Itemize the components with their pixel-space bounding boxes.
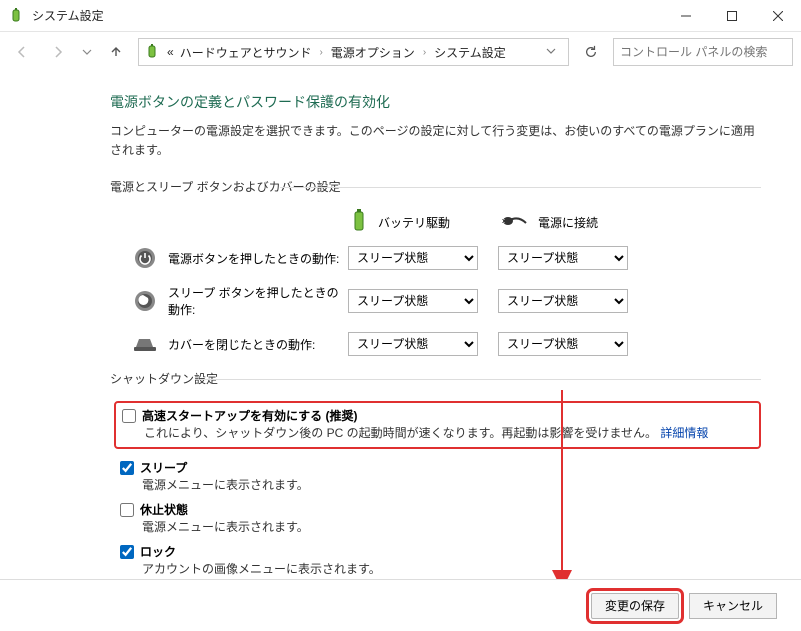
breadcrumb-item[interactable]: システム設定 — [432, 44, 508, 61]
close-button[interactable] — [755, 0, 801, 32]
title-bar: システム設定 — [0, 0, 801, 32]
content-pane: 電源ボタンの定義とパスワード保護の有効化 コンピューターの電源設定を選択できます… — [0, 72, 801, 605]
save-button[interactable]: 変更の保存 — [591, 593, 679, 619]
minimize-button[interactable] — [663, 0, 709, 32]
laptop-lid-icon — [130, 335, 160, 353]
cancel-button[interactable]: キャンセル — [689, 593, 777, 619]
refresh-button[interactable] — [577, 38, 605, 66]
power-options-icon — [143, 44, 163, 60]
sleep-button-row: スリープ ボタンを押したときの動作: スリープ状態 スリープ状態 — [110, 284, 761, 318]
column-plugged-header: 電源に接続 — [500, 209, 650, 236]
fast-startup-details-link[interactable]: 詳細情報 — [660, 426, 708, 440]
power-button-label: 電源ボタンを押したときの動作: — [168, 250, 348, 267]
maximize-button[interactable] — [709, 0, 755, 32]
recent-locations-button[interactable] — [80, 38, 94, 66]
column-battery-label: バッテリ駆動 — [378, 214, 450, 231]
page-description: コンピューターの電源設定を選択できます。このページの設定に対して行う変更は、お使… — [110, 122, 761, 160]
forward-button[interactable] — [44, 38, 72, 66]
lock-menu-checkbox[interactable] — [120, 545, 134, 559]
window-title: システム設定 — [32, 7, 104, 24]
power-button-plugged-select[interactable]: スリープ状態 — [498, 246, 628, 270]
page-title: 電源ボタンの定義とパスワード保護の有効化 — [110, 92, 761, 112]
lock-menu-label: ロック — [140, 543, 176, 560]
lock-menu-description: アカウントの画像メニューに表示されます。 — [142, 560, 761, 577]
up-button[interactable] — [102, 38, 130, 66]
lid-close-label: カバーを閉じたときの動作: — [168, 336, 348, 353]
lid-close-plugged-select[interactable]: スリープ状態 — [498, 332, 628, 356]
battery-icon — [350, 209, 368, 236]
fast-startup-label: 高速スタートアップを有効にする (推奨) — [142, 407, 357, 424]
breadcrumb-prefix: « — [165, 45, 176, 59]
fast-startup-checkbox[interactable] — [122, 409, 136, 423]
fast-startup-description: これにより、シャットダウン後の PC の起動時間が速くなります。再起動は影響を受… — [144, 426, 657, 440]
sleep-button-icon — [130, 290, 160, 312]
sleep-button-plugged-select[interactable]: スリープ状態 — [498, 289, 628, 313]
power-button-row: 電源ボタンを押したときの動作: スリープ状態 スリープ状態 — [110, 246, 761, 270]
hibernate-menu-checkbox[interactable] — [120, 503, 134, 517]
nav-bar: « ハードウェアとサウンド › 電源オプション › システム設定 — [0, 32, 801, 72]
breadcrumb-item[interactable]: ハードウェアとサウンド — [178, 44, 314, 61]
footer: 変更の保存 キャンセル — [0, 579, 801, 631]
sleep-menu-description: 電源メニューに表示されます。 — [142, 476, 761, 493]
power-options-icon — [8, 7, 26, 25]
chevron-right-icon: › — [419, 47, 430, 58]
lid-close-battery-select[interactable]: スリープ状態 — [348, 332, 478, 356]
annotation-highlight-fast-startup: 高速スタートアップを有効にする (推奨) これにより、シャットダウン後の PC … — [114, 401, 761, 449]
hibernate-menu-description: 電源メニューに表示されます。 — [142, 518, 761, 535]
breadcrumb-item[interactable]: 電源オプション — [329, 44, 417, 61]
chevron-right-icon: › — [315, 47, 326, 58]
group-power-sleep-label: 電源とスリープ ボタンおよびカバーの設定 — [110, 178, 761, 195]
sleep-button-label: スリープ ボタンを押したときの動作: — [168, 284, 348, 318]
group-shutdown-label: シャットダウン設定 — [110, 370, 761, 387]
column-battery-header: バッテリ駆動 — [350, 209, 500, 236]
breadcrumb-dropdown[interactable] — [538, 45, 564, 59]
lid-close-row: カバーを閉じたときの動作: スリープ状態 スリープ状態 — [110, 332, 761, 356]
breadcrumb[interactable]: « ハードウェアとサウンド › 電源オプション › システム設定 — [138, 38, 569, 66]
sleep-menu-checkbox[interactable] — [120, 461, 134, 475]
sleep-button-battery-select[interactable]: スリープ状態 — [348, 289, 478, 313]
hibernate-menu-label: 休止状態 — [140, 501, 188, 518]
back-button[interactable] — [8, 38, 36, 66]
search-input[interactable] — [613, 38, 793, 66]
plug-icon — [500, 213, 528, 232]
column-plugged-label: 電源に接続 — [538, 214, 598, 231]
sleep-menu-label: スリープ — [140, 459, 187, 476]
power-button-icon — [130, 247, 160, 269]
power-button-battery-select[interactable]: スリープ状態 — [348, 246, 478, 270]
